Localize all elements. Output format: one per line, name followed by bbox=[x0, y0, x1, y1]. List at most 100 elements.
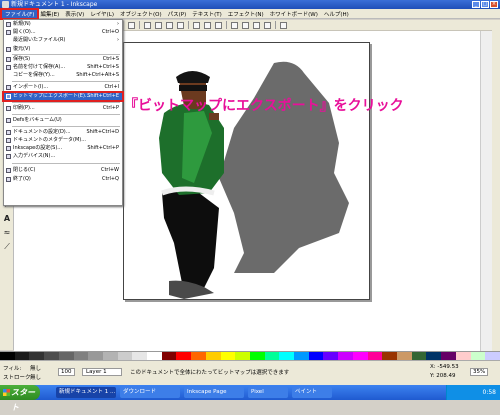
measure-tool-icon[interactable]: ⟋ bbox=[2, 242, 12, 252]
menu-item-save-copy[interactable]: コピーを保存(Y)... Shift+Ctrl+Alt+S bbox=[4, 72, 122, 79]
zoom-page-icon[interactable] bbox=[177, 21, 184, 29]
document-page[interactable] bbox=[123, 42, 370, 300]
menu-whiteboard[interactable]: ホワイトボード(W) bbox=[267, 10, 321, 18]
new-document-icon[interactable] bbox=[128, 21, 135, 29]
palette-swatch[interactable] bbox=[117, 352, 133, 360]
palette-swatch[interactable] bbox=[249, 352, 265, 360]
menu-item-open[interactable]: 開く(O)... Ctrl+O bbox=[4, 29, 122, 36]
duplicate-icon[interactable] bbox=[193, 21, 200, 29]
palette-swatch[interactable] bbox=[323, 352, 339, 360]
menu-layer[interactable]: レイヤ(L) bbox=[87, 10, 117, 18]
menu-item-save[interactable]: 保存(S) Ctrl+S bbox=[4, 56, 122, 63]
palette-swatch[interactable] bbox=[338, 352, 353, 360]
palette-swatch[interactable] bbox=[235, 352, 250, 360]
vacuum-icon bbox=[6, 118, 11, 123]
menu-item-document-properties[interactable]: ドキュメントの設定(D)... Shift+Ctrl+D bbox=[4, 129, 122, 136]
xml-editor-icon[interactable] bbox=[253, 21, 260, 29]
group-icon[interactable] bbox=[215, 21, 222, 29]
clone-icon[interactable] bbox=[204, 21, 211, 29]
zoom-out-icon[interactable] bbox=[155, 21, 162, 29]
align-icon[interactable] bbox=[264, 21, 271, 29]
palette-swatch[interactable] bbox=[264, 352, 280, 360]
palette-swatch[interactable] bbox=[191, 352, 206, 360]
menu-view[interactable]: 表示(V) bbox=[62, 10, 87, 18]
menu-item-import[interactable]: インポート(I)... Ctrl+I bbox=[4, 84, 122, 91]
layer-selector[interactable]: Layer 1 bbox=[82, 368, 122, 376]
menu-effects[interactable]: エフェクト(N) bbox=[225, 10, 267, 18]
palette-swatch[interactable] bbox=[176, 352, 192, 360]
menu-object[interactable]: オブジェクト(O) bbox=[117, 10, 165, 18]
menu-path[interactable]: パス(P) bbox=[165, 10, 190, 18]
menu-item-new[interactable]: 新規(N) › bbox=[4, 21, 122, 28]
menu-separator bbox=[12, 81, 120, 82]
palette-swatch[interactable] bbox=[485, 352, 500, 360]
preferences-icon[interactable] bbox=[280, 21, 287, 29]
menu-item-document-metadata[interactable]: ドキュメントのメタデータ(M)... bbox=[4, 137, 122, 144]
taskbar-item-inkscape[interactable]: 新規ドキュメント 1 ... bbox=[56, 387, 116, 398]
menu-item-vacuum-defs[interactable]: Defsをバキューム(U) bbox=[4, 117, 122, 124]
palette-swatch[interactable] bbox=[352, 352, 368, 360]
start-button[interactable]: スタート bbox=[0, 385, 40, 412]
menu-item-quit[interactable]: 終了(Q) Ctrl+Q bbox=[4, 176, 122, 183]
menu-item-print[interactable]: 印刷(P)... Ctrl+P bbox=[4, 105, 122, 112]
palette-swatch[interactable] bbox=[29, 352, 45, 360]
vertical-scrollbar[interactable] bbox=[480, 31, 492, 351]
minimize-button[interactable]: _ bbox=[472, 1, 480, 8]
text-tool-icon[interactable]: A bbox=[2, 214, 12, 224]
palette-swatch[interactable] bbox=[382, 352, 397, 360]
menu-edit[interactable]: 編集(E) bbox=[37, 10, 62, 18]
palette-swatch[interactable] bbox=[279, 352, 295, 360]
stroke-value[interactable]: 無し bbox=[30, 373, 41, 381]
palette-swatch[interactable] bbox=[411, 352, 427, 360]
document-properties-icon bbox=[6, 130, 11, 135]
menu-item-close[interactable]: 閉じる(C) Ctrl+W bbox=[4, 167, 122, 174]
fill-stroke-icon[interactable] bbox=[231, 21, 238, 29]
taskbar-item-inkscape-page[interactable]: Inkscape Page bbox=[184, 387, 244, 398]
taskbar-item-paint[interactable]: ペイント bbox=[292, 387, 332, 398]
close-button[interactable]: × bbox=[490, 1, 498, 8]
menu-item-preferences[interactable]: Inkscapeの設定(S)... Shift+Ctrl+P bbox=[4, 145, 122, 152]
taskbar-item-download[interactable]: ダウンロード bbox=[120, 387, 180, 398]
palette-swatch[interactable] bbox=[161, 352, 177, 360]
palette-swatch[interactable] bbox=[426, 352, 442, 360]
menu-text[interactable]: テキスト(T) bbox=[189, 10, 225, 18]
menu-item-revert[interactable]: 復元(V) bbox=[4, 46, 122, 53]
taskbar-item-pixel[interactable]: Pixel bbox=[248, 387, 288, 398]
palette-swatch[interactable] bbox=[441, 352, 456, 360]
palette-swatch[interactable] bbox=[396, 352, 412, 360]
tweak-tool-icon[interactable]: ≈ bbox=[2, 228, 12, 238]
menu-item-input-devices[interactable]: 入力デバイス(N)... bbox=[4, 153, 122, 160]
toolbar-separator bbox=[226, 21, 227, 29]
palette-swatch[interactable] bbox=[308, 352, 324, 360]
fill-value[interactable]: 無し bbox=[30, 364, 41, 372]
menu-file[interactable]: ファイル(F) bbox=[0, 7, 40, 20]
palette-swatch[interactable] bbox=[14, 352, 30, 360]
zoom-in-icon[interactable] bbox=[144, 21, 151, 29]
palette-swatch[interactable] bbox=[220, 352, 236, 360]
palette-swatch[interactable] bbox=[147, 352, 162, 360]
palette-swatch[interactable] bbox=[294, 352, 309, 360]
palette-swatch[interactable] bbox=[455, 352, 471, 360]
zoom-field[interactable]: 35% bbox=[470, 368, 489, 376]
palette-swatch[interactable] bbox=[367, 352, 383, 360]
menu-item-save-as[interactable]: 名前を付けて保存(A)... Shift+Ctrl+S bbox=[4, 64, 122, 71]
palette-swatch[interactable] bbox=[0, 352, 15, 360]
menu-item-export-bitmap[interactable]: ビットマップにエクスポート(E)... Shift+Ctrl+E bbox=[2, 91, 124, 102]
color-palette[interactable] bbox=[0, 351, 500, 360]
maximize-button[interactable]: □ bbox=[481, 1, 489, 8]
palette-swatch[interactable] bbox=[102, 352, 118, 360]
palette-swatch[interactable] bbox=[58, 352, 74, 360]
palette-swatch[interactable] bbox=[470, 352, 486, 360]
metadata-icon bbox=[6, 138, 11, 143]
menu-item-recent[interactable]: 最近開いたファイル(R) › bbox=[4, 37, 122, 44]
palette-swatch[interactable] bbox=[73, 352, 89, 360]
zoom-fit-icon[interactable] bbox=[166, 21, 173, 29]
palette-swatch[interactable] bbox=[205, 352, 221, 360]
menu-help[interactable]: ヘルプ(H) bbox=[321, 10, 352, 18]
text-font-icon[interactable] bbox=[242, 21, 249, 29]
palette-swatch[interactable] bbox=[44, 352, 59, 360]
palette-swatch[interactable] bbox=[88, 352, 103, 360]
import-icon bbox=[6, 85, 11, 90]
palette-swatch[interactable] bbox=[132, 352, 148, 360]
opacity-field[interactable]: 100 bbox=[58, 368, 75, 376]
